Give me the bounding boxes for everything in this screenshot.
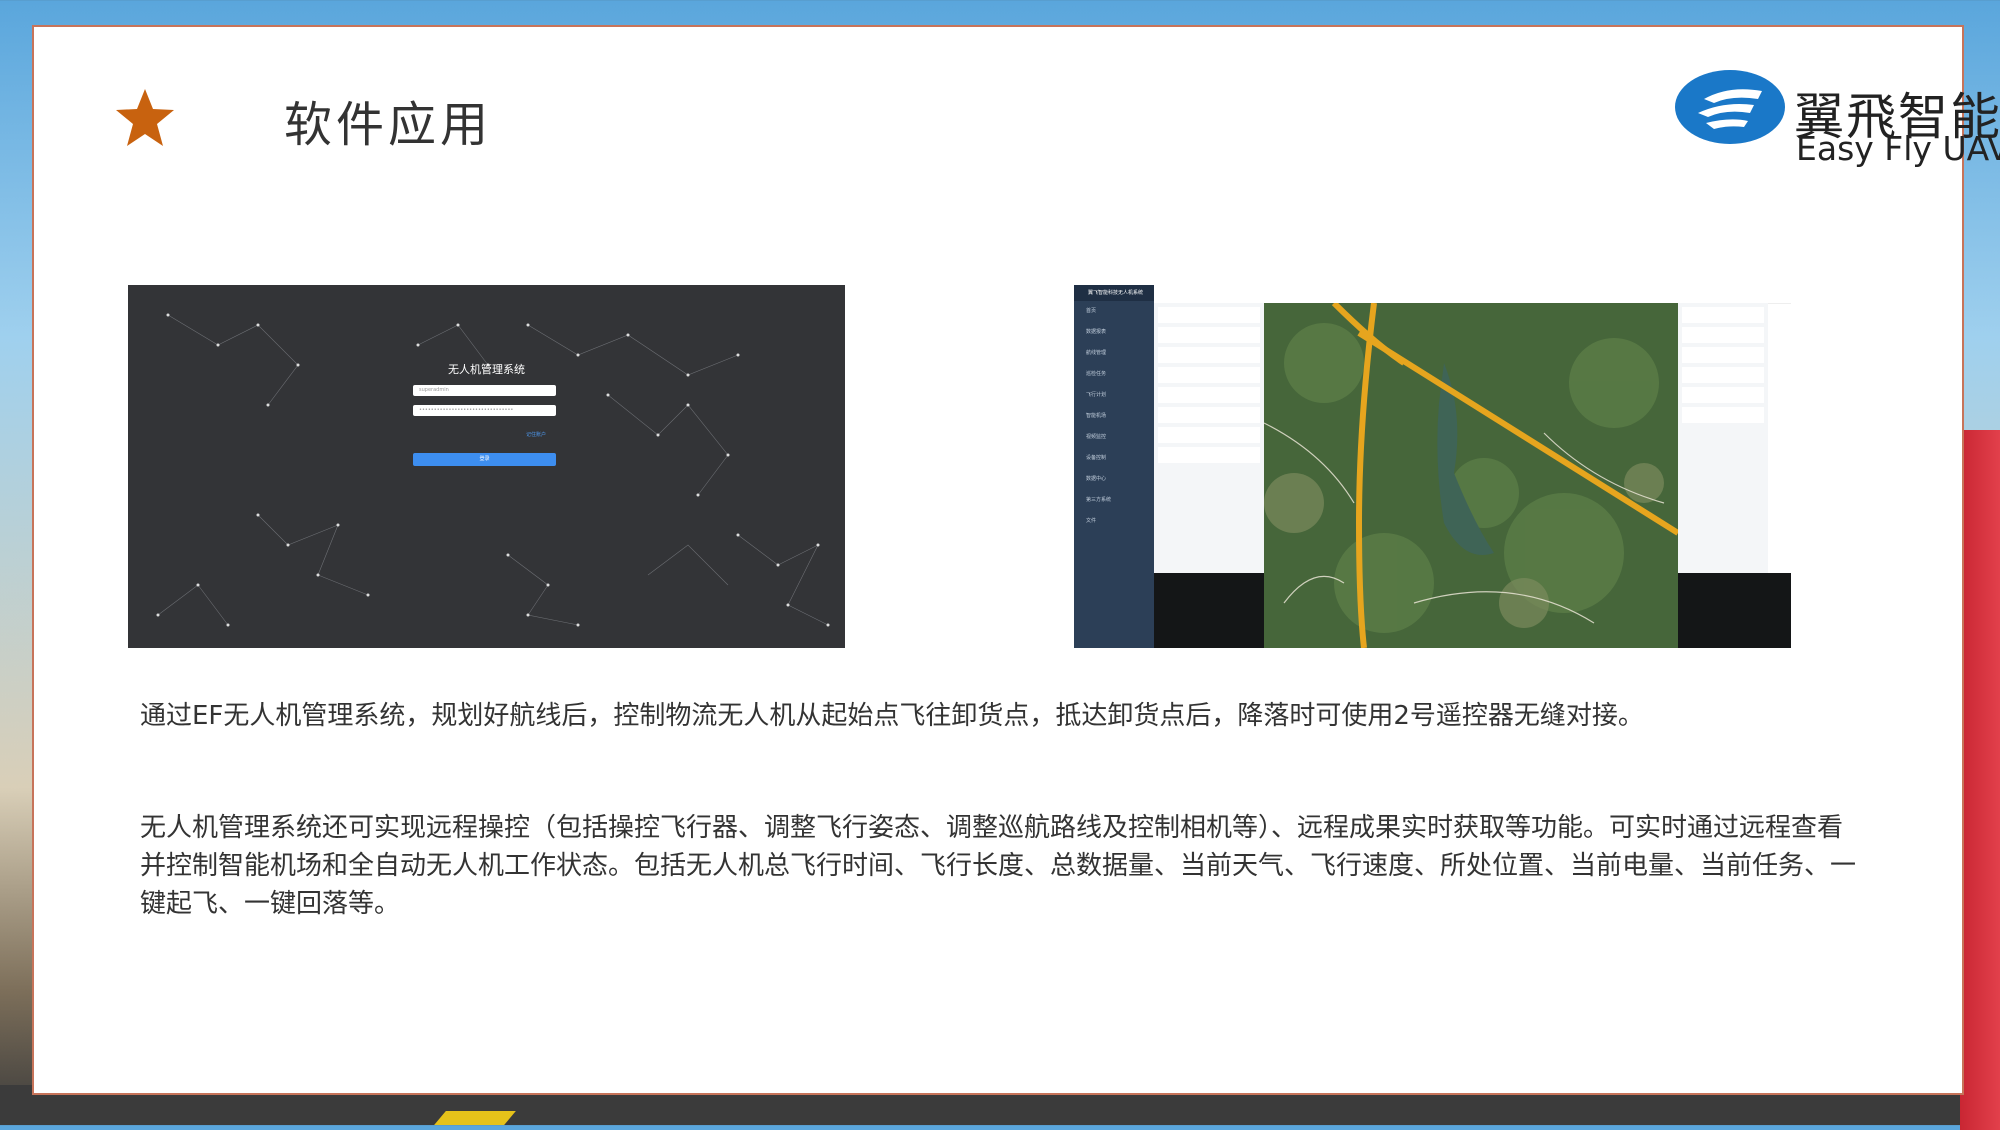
status-row (1682, 367, 1764, 383)
sidebar-item[interactable]: 数据中心 (1074, 469, 1154, 490)
status-row (1682, 327, 1764, 343)
sidebar-item[interactable]: 设备控制 (1074, 448, 1154, 469)
dashboard-screenshot: 翼飞智能科技无人机系统 首页 数据报表 航线管理 巡检任务 飞行计划 智能机场 … (1074, 285, 1791, 648)
flight-info-panel (1154, 303, 1264, 573)
camera-feed (1678, 573, 1791, 648)
slide-panel: 软件应用 翼飛智能 Easy Fly UAV 无人机管理系统 superadmi… (32, 25, 2000, 1095)
satellite-map[interactable] (1264, 303, 1678, 648)
dashboard-topbar (1154, 285, 1791, 304)
sidebar-item[interactable]: 视频监控 (1074, 427, 1154, 448)
background-truck (1960, 430, 2000, 1130)
login-screenshot: 无人机管理系统 superadmin •••••••••••••••••••••… (128, 285, 845, 648)
star-icon (116, 89, 174, 146)
network-background (156, 313, 830, 627)
info-row (1158, 367, 1260, 383)
info-row (1158, 347, 1260, 363)
login-title: 无人机管理系统 (448, 363, 525, 376)
info-row (1158, 427, 1260, 443)
sidebar-item[interactable]: 第三方系统 (1074, 490, 1154, 511)
info-row (1158, 447, 1260, 463)
remember-checkbox[interactable]: 记住账户 (526, 431, 546, 438)
sidebar-item[interactable]: 飞行计划 (1074, 385, 1154, 406)
sidebar-item[interactable]: 航线管理 (1074, 343, 1154, 364)
dashboard-header: 翼飞智能科技无人机系统 (1074, 285, 1154, 301)
info-row (1158, 407, 1260, 423)
sidebar-item[interactable]: 首页 (1074, 301, 1154, 322)
status-row (1682, 387, 1764, 403)
login-button[interactable]: 登录 (413, 453, 556, 466)
background-road-marking (434, 1111, 516, 1125)
sidebar-item[interactable]: 数据报表 (1074, 322, 1154, 343)
sidebar-item[interactable]: 智能机场 (1074, 406, 1154, 427)
status-row (1682, 407, 1764, 423)
dashboard-sidebar: 翼飞智能科技无人机系统 首页 数据报表 航线管理 巡检任务 飞行计划 智能机场 … (1074, 285, 1154, 648)
description-paragraph-1: 通过EF无人机管理系统，规划好航线后，控制物流无人机从起始点飞往卸货点，抵达卸货… (140, 701, 1644, 731)
brand-logo: 翼飛智能 Easy Fly UAV (1674, 47, 2000, 168)
info-row (1158, 327, 1260, 343)
status-row (1682, 347, 1764, 363)
brand-name-en: Easy Fly UAV (1796, 129, 2000, 168)
sidebar-item[interactable]: 巡检任务 (1074, 364, 1154, 385)
info-row (1158, 307, 1260, 323)
username-field[interactable]: superadmin (413, 385, 556, 396)
status-row (1682, 307, 1764, 323)
brand-logo-icon (1675, 70, 1785, 144)
sidebar-item[interactable]: 文件 (1074, 511, 1154, 532)
description-paragraph-2: 无人机管理系统还可实现远程操控（包括操控飞行器、调整飞行姿态、调整巡航路线及控制… (140, 813, 1857, 919)
info-row (1158, 387, 1260, 403)
map-layer (1264, 303, 1678, 648)
slide-title: 软件应用 (284, 97, 493, 153)
video-feed (1154, 573, 1264, 648)
password-field[interactable]: •••••••••••••••••••••••••••••••• (413, 405, 556, 416)
device-status-panel (1678, 303, 1768, 573)
